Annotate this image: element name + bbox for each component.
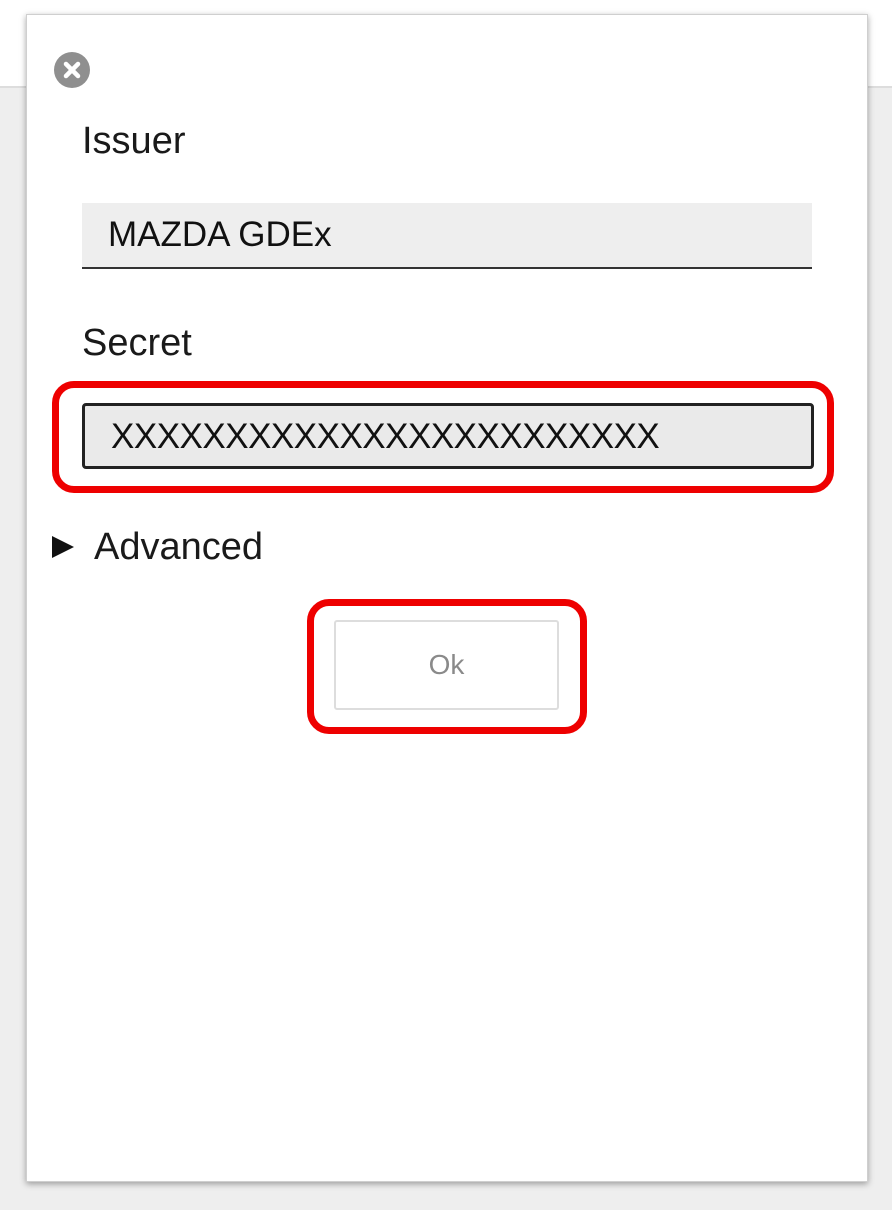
close-button[interactable] xyxy=(54,52,90,88)
issuer-label: Issuer xyxy=(82,120,186,162)
close-icon xyxy=(63,61,81,79)
triangle-right-icon xyxy=(52,536,74,558)
advanced-label: Advanced xyxy=(94,525,264,568)
add-account-dialog: Issuer MAZDA GDEx Secret XXXXXXXXXXXXXXX… xyxy=(26,14,868,1182)
ok-button[interactable]: Ok xyxy=(334,620,559,710)
secret-label: Secret xyxy=(82,322,192,364)
issuer-field[interactable]: MAZDA GDEx xyxy=(82,203,812,269)
advanced-toggle[interactable]: Advanced xyxy=(52,525,263,569)
secret-field[interactable]: XXXXXXXXXXXXXXXXXXXXXXXX xyxy=(82,403,814,469)
